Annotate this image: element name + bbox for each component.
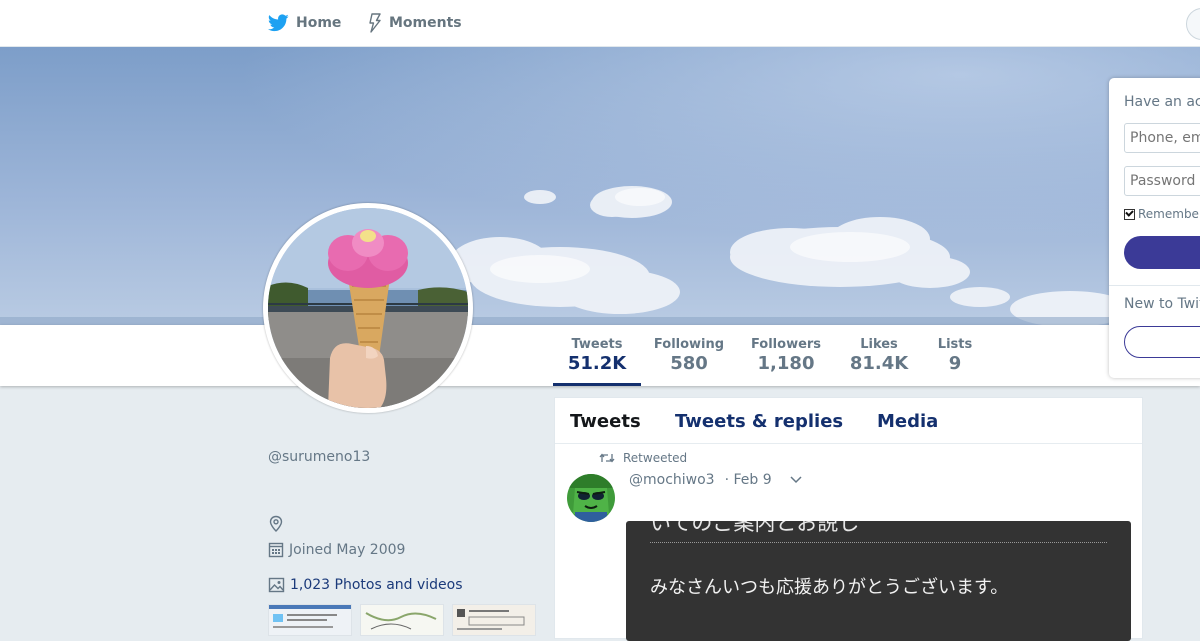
stat-value: 580 bbox=[670, 353, 708, 374]
tweet-date[interactable]: · Feb 9 bbox=[725, 472, 772, 488]
timeline: Tweets Tweets & replies Media Retweeted … bbox=[554, 397, 1143, 641]
retweet-context-label: Retweeted bbox=[623, 451, 688, 465]
stat-label: Followers bbox=[750, 337, 822, 352]
stat-value: 81.4K bbox=[849, 353, 909, 374]
media-thumbnail[interactable] bbox=[452, 604, 536, 636]
media-thumbnail[interactable] bbox=[360, 604, 444, 636]
tweet-author-handle[interactable]: @mochiwo3 bbox=[629, 472, 715, 488]
calendar-icon bbox=[268, 541, 284, 558]
stat-lists[interactable]: Lists 9 bbox=[930, 325, 980, 386]
stat-followers[interactable]: Followers 1,180 bbox=[745, 325, 827, 386]
stat-likes[interactable]: Likes 81.4K bbox=[844, 325, 914, 386]
tab-tweets[interactable]: Tweets bbox=[570, 411, 641, 432]
new-to-twitter-label: New to Twit bbox=[1124, 296, 1200, 312]
photos-videos-label: 1,023 Photos and videos bbox=[290, 577, 463, 593]
tweet-author-avatar[interactable] bbox=[567, 474, 615, 522]
tweet-header: @mochiwo3 · Feb 9 bbox=[629, 472, 802, 488]
profile-banner bbox=[0, 47, 1200, 325]
card-body-text: みなさんいつも応援ありがとうございます。 bbox=[650, 577, 1009, 598]
nav-account-button[interactable] bbox=[1186, 8, 1200, 40]
login-button[interactable] bbox=[1124, 236, 1200, 269]
tab-media[interactable]: Media bbox=[877, 411, 938, 432]
image-icon bbox=[268, 577, 285, 593]
nav-home[interactable]: Home bbox=[268, 0, 341, 46]
login-title: Have an ac bbox=[1124, 94, 1200, 110]
media-thumbnail[interactable] bbox=[268, 604, 352, 636]
stat-label: Tweets bbox=[571, 337, 623, 352]
password-input[interactable] bbox=[1124, 166, 1200, 196]
nav-moments[interactable]: Moments bbox=[368, 0, 462, 46]
timeline-tabs: Tweets Tweets & replies Media bbox=[555, 398, 1142, 444]
media-thumbnails bbox=[268, 604, 536, 636]
joined-date: Joined May 2009 bbox=[268, 541, 405, 558]
stat-label: Lists bbox=[937, 337, 973, 352]
stat-value: 9 bbox=[948, 353, 962, 374]
stat-label: Following bbox=[653, 337, 725, 352]
twitter-bird-icon bbox=[268, 14, 289, 32]
chevron-down-icon[interactable] bbox=[790, 476, 802, 484]
stat-value: 1,180 bbox=[757, 353, 815, 374]
card-heading-text: いてのご案内とお説し bbox=[650, 521, 860, 535]
tweet-media-card[interactable]: いてのご案内とお説し みなさんいつも応援ありがとうございます。 bbox=[626, 521, 1131, 641]
phone-email-input[interactable] bbox=[1124, 123, 1200, 153]
tab-tweets-replies[interactable]: Tweets & replies bbox=[675, 411, 843, 432]
retweet-context: Retweeted bbox=[599, 451, 687, 465]
card-divider bbox=[650, 542, 1107, 543]
signup-button[interactable] bbox=[1124, 326, 1200, 358]
location-pin-icon bbox=[268, 515, 284, 537]
lightning-icon bbox=[368, 13, 382, 33]
remember-checkbox[interactable] bbox=[1124, 208, 1135, 220]
retweet-icon bbox=[599, 452, 615, 464]
remember-me[interactable]: Remember bbox=[1124, 207, 1200, 221]
photos-videos-link[interactable]: 1,023 Photos and videos bbox=[268, 577, 463, 593]
stat-tweets[interactable]: Tweets 51.2K bbox=[553, 325, 641, 386]
stat-following[interactable]: Following 580 bbox=[647, 325, 731, 386]
top-nav: Home Moments bbox=[0, 0, 1200, 47]
joined-label: Joined May 2009 bbox=[289, 541, 406, 558]
nav-moments-label: Moments bbox=[389, 15, 462, 31]
profile-avatar[interactable] bbox=[263, 203, 473, 413]
stat-value: 51.2K bbox=[567, 353, 627, 374]
login-divider bbox=[1109, 285, 1200, 286]
profile-screen-name: @surumeno13 bbox=[268, 449, 371, 465]
login-panel: Have an ac Remember New to Twit bbox=[1109, 78, 1200, 378]
stat-label: Likes bbox=[860, 337, 898, 352]
remember-label: Remember bbox=[1138, 207, 1200, 221]
nav-home-label: Home bbox=[296, 15, 342, 31]
profile-nav: Tweets 51.2K Following 580 Followers 1,1… bbox=[0, 325, 1200, 386]
